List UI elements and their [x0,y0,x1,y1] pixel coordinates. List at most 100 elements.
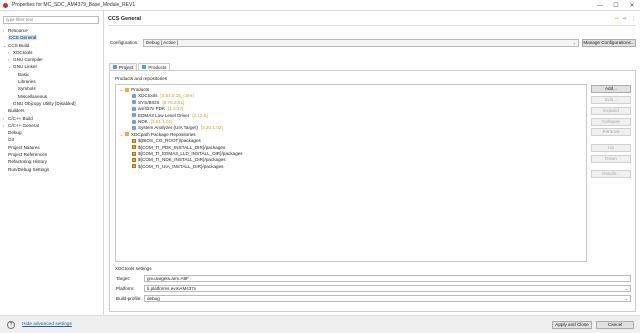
sidebar-item-label: Git [8,137,14,143]
sidebar-item-label: CCS Build [8,42,30,48]
remove-button[interactable]: Remove [591,128,631,136]
configuration-label: Configuration: [110,40,139,45]
sidebar-item[interactable]: ⌄ GNU Linker [0,63,104,70]
forward-arrow-icon[interactable]: ⇨ [623,16,627,22]
back-arrow-icon[interactable]: ⇦ [615,16,619,22]
sidebar-item-label: Refactoring History [8,159,48,165]
maximize-button[interactable]: ☐ [608,0,624,11]
target-field[interactable]: gnu.targets.arm.A9F [144,275,631,282]
window-controls: — ☐ ✕ [592,0,640,11]
collapse-button[interactable]: Collapse [591,118,631,126]
sidebar-item-label: Builders [8,108,25,114]
help-icon[interactable]: ? [7,321,15,329]
field-label: Target: [116,276,131,281]
filter-input[interactable]: type filter text [3,16,99,24]
sidebar-item-label: Miscellaneous [18,93,48,99]
chevron-down-icon[interactable]: ⌄ [8,63,11,70]
sidebar-item-label: Libraries [18,79,36,85]
repository-icon [132,145,136,150]
down-button[interactable]: Down [591,155,631,163]
product-icon [132,93,136,98]
sidebar-item[interactable]: Run/Debug Settings [0,166,104,173]
sidebar-item-label: Basic [18,71,30,77]
sidebar-tree: › Resource CCS General ⌄ CCS Build › XDCtools ›… [0,27,104,173]
sidebar: type filter text › Resource CCS General ⌄ CC… [0,11,104,315]
platform-field[interactable]: ti.platforms.evmAM437x ⌄ [144,285,631,292]
up-button[interactable]: Up [591,144,631,152]
sidebar-item[interactable]: GNU Objcopy Utility [Disabled] [0,100,104,107]
product-icon [132,119,136,124]
chevron-right-icon[interactable]: › [3,27,4,34]
repository-icon [132,151,136,156]
sidebar-item[interactable]: ⌄ CCS Build [0,42,104,49]
repository-icon [132,138,136,143]
configuration-select[interactable]: Debug [ Active ] ⌄ [143,38,579,47]
version-label: [2.30.1.02] [200,125,223,131]
products-tree[interactable]: ⌄ Products XDCtools [3.61.0.16_core] SYS/BIO… [115,84,587,262]
sidebar-item[interactable]: › C/C++ Build [0,115,104,122]
sidebar-item-label: CCS General [8,35,38,41]
sidebar-item[interactable]: Builders [0,107,104,114]
tab-project[interactable]: Project [109,63,138,70]
sidebar-item[interactable]: Project Natures [0,144,104,151]
tree-item-label: ${COM_TI_UIA_INSTALL_DIR}/packages [138,163,224,169]
products-icon [142,65,147,69]
tab-bar: Project Products [109,63,171,70]
apply-and-close-button[interactable]: Apply and Close [552,321,592,329]
sidebar-item[interactable]: › XDCtools [0,49,104,56]
product-icon [132,106,136,111]
tab-products[interactable]: Products [138,63,171,70]
field-label: Build-profile: [116,296,142,301]
folder-icon [125,87,129,92]
version-label: [2.12.5] [192,112,208,118]
menu-icon[interactable]: ⋮ [631,16,636,22]
sidebar-item-label: GNU Objcopy Utility [Disabled] [13,100,76,106]
sidebar-item-label: GNU Compiler [13,57,43,63]
chevron-right-icon[interactable]: › [3,115,4,122]
sidebar-item-label: Resource [8,28,28,33]
sidebar-item-label: Run/Debug Settings [8,166,50,172]
chevron-right-icon[interactable]: › [3,122,4,129]
chevron-right-icon[interactable]: › [8,49,9,56]
nav-icons: ⇦ ⇨ ⋮ [615,16,636,22]
bottom-bar: ? Hide advanced settings Apply and Close… [0,315,640,333]
sidebar-item[interactable]: › GNU Compiler [0,56,104,63]
close-button[interactable]: ✕ [624,0,640,11]
field-value: gnu.targets.arm.A9F [147,276,189,281]
sidebar-item[interactable]: Symbols [0,85,104,92]
field-value: debug [147,296,160,301]
minimize-button[interactable]: — [592,0,608,11]
field-label: Platform: [116,286,135,291]
field-value: ti.platforms.evmAM437x [147,286,197,291]
sidebar-item[interactable]: › C/C++ General [0,122,104,129]
chevron-down-icon: ⌄ [624,286,628,291]
sidebar-item[interactable]: Git [0,136,104,143]
repository-item[interactable]: ${COM_TI_UIA_INSTALL_DIR}/packages [127,163,223,170]
sidebar-item-label: Project References [8,152,48,158]
sidebar-item[interactable]: Libraries [0,78,104,85]
chevron-right-icon[interactable]: › [8,56,9,63]
sidebar-item[interactable]: Project References [0,151,104,158]
cancel-button[interactable]: Cancel [596,321,634,329]
sidebar-item[interactable]: Debug [0,129,104,136]
edit-button[interactable]: Edit... [591,96,631,104]
product-icon [132,113,136,118]
sidebar-item[interactable]: Miscellaneous [0,93,104,100]
hide-advanced-settings-link[interactable]: Hide advanced settings [22,322,72,327]
sidebar-item[interactable]: Refactoring History [0,158,104,165]
build-profile-field[interactable]: debug ⌄ [144,295,631,302]
sidebar-item[interactable]: Basic [0,71,104,78]
sidebar-item-label: GNU Linker [13,64,37,70]
sidebar-item-label: C/C++ Build [8,115,33,121]
chevron-down-icon[interactable]: ⌄ [3,42,6,49]
sidebar-item[interactable]: › Resource [0,27,104,34]
sidebar-item-label: Debug [8,130,22,136]
expand-button[interactable]: Expand [591,107,631,115]
add-button[interactable]: Add... [591,85,631,93]
sidebar-item-label: Project Natures [8,144,40,150]
manage-configurations-button[interactable]: Manage Configurations... [582,38,636,47]
repository-icon [132,157,136,162]
page-title: CCS General [108,16,141,22]
sidebar-item[interactable]: CCS General [0,34,104,41]
details-button[interactable]: Details... [591,170,631,178]
